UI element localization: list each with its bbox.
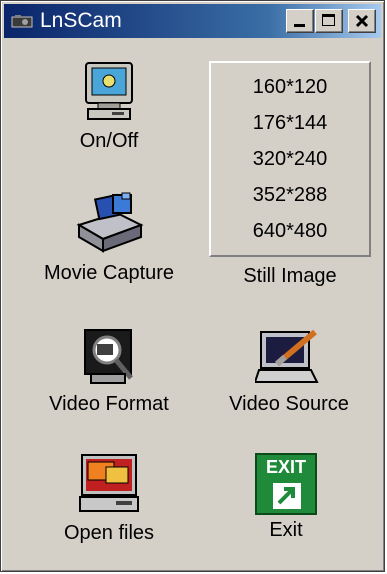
close-icon bbox=[355, 14, 369, 28]
app-window: LnSCam On/Off 160*120 176*144 320*240 35… bbox=[0, 0, 385, 572]
resolution-option[interactable]: 320*240 bbox=[211, 141, 369, 177]
maximize-icon bbox=[322, 14, 335, 26]
on-off-button[interactable]: On/Off bbox=[59, 61, 159, 153]
video-source-button[interactable]: Video Source bbox=[207, 326, 371, 416]
resolution-option[interactable]: 352*288 bbox=[211, 177, 369, 213]
arrow-icon bbox=[273, 483, 301, 509]
video-format-button[interactable]: Video Format bbox=[29, 326, 189, 416]
exit-label: Exit bbox=[269, 519, 303, 541]
movie-capture-label: Movie Capture bbox=[43, 262, 175, 284]
still-image-button[interactable]: Still Image bbox=[209, 265, 371, 288]
monitor-icon bbox=[85, 62, 133, 120]
exit-icon: EXIT bbox=[255, 453, 317, 515]
title-bar[interactable]: LnSCam bbox=[4, 4, 381, 38]
open-files-button[interactable]: Open files bbox=[34, 453, 184, 545]
exit-sign-text: EXIT bbox=[265, 457, 306, 477]
video-source-label: Video Source bbox=[229, 393, 349, 415]
minimize-button[interactable] bbox=[286, 9, 314, 33]
camera-icon bbox=[11, 15, 33, 28]
resolution-option[interactable]: 640*480 bbox=[211, 213, 369, 249]
movie-capture-button[interactable]: Movie Capture bbox=[24, 191, 194, 285]
still-image-label: Still Image bbox=[243, 265, 337, 287]
open-files-label: Open files bbox=[63, 522, 155, 544]
open-files-icon bbox=[79, 454, 139, 512]
minimize-icon bbox=[294, 24, 305, 27]
movie-capture-icon bbox=[76, 192, 144, 253]
video-source-icon bbox=[253, 329, 319, 383]
video-format-icon bbox=[84, 329, 133, 384]
main-panel: On/Off 160*120 176*144 320*240 352*288 6… bbox=[4, 41, 381, 569]
resolution-option[interactable]: 176*144 bbox=[211, 105, 369, 141]
exit-button[interactable]: EXIT Exit bbox=[236, 453, 336, 542]
video-format-label: Video Format bbox=[49, 393, 169, 415]
maximize-button[interactable] bbox=[315, 9, 343, 33]
resolution-option[interactable]: 160*120 bbox=[211, 69, 369, 105]
resolution-list: 160*120 176*144 320*240 352*288 640*480 bbox=[209, 61, 371, 257]
close-button[interactable] bbox=[348, 9, 376, 33]
window-title: LnSCam bbox=[40, 9, 122, 32]
on-off-label: On/Off bbox=[79, 130, 139, 152]
